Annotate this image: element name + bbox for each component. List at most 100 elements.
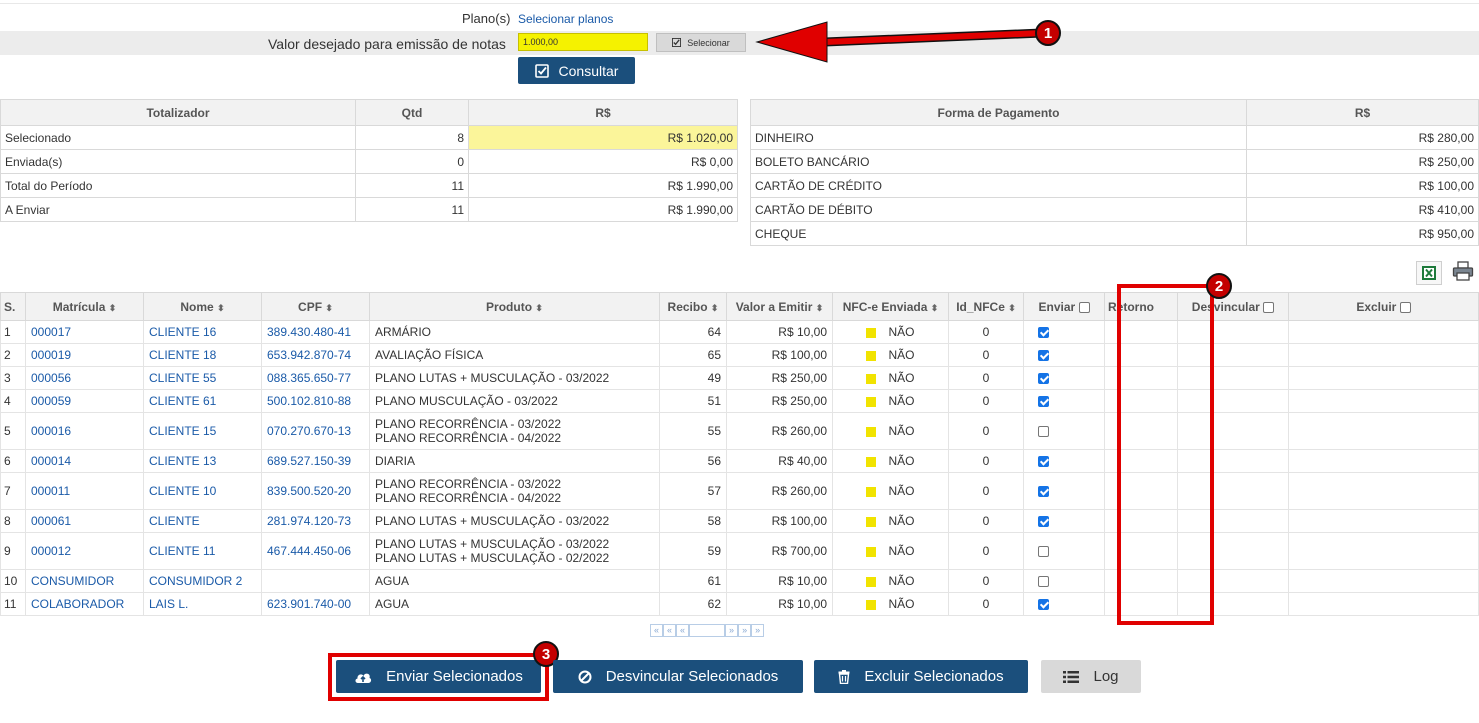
nome-link[interactable]: CLIENTE 61 <box>143 389 262 413</box>
valor-cell: R$ 40,00 <box>726 449 833 473</box>
totalizador-table: Totalizador Qtd R$ Selecionado 8 R$ 1.02… <box>0 99 738 222</box>
produto-line: PLANO RECORRÊNCIA - 03/2022 <box>375 417 562 431</box>
top-divider <box>0 3 1479 4</box>
pager-prev-icon[interactable]: « <box>676 624 690 637</box>
nome-link[interactable]: CLIENTE 11 <box>143 532 262 570</box>
enviar-checkbox[interactable] <box>1038 546 1049 558</box>
produto-line: PLANO LUTAS + MUSCULAÇÃO - 03/2022 <box>375 371 610 385</box>
matricula-link[interactable]: 000011 <box>25 472 144 510</box>
pager-last-icon[interactable]: » <box>751 624 765 637</box>
col-cpf[interactable]: CPF ⬍ <box>261 292 370 321</box>
nome-link[interactable]: CLIENTE 55 <box>143 366 262 390</box>
matricula-link[interactable]: 000019 <box>25 343 144 367</box>
nome-link[interactable]: CLIENTE 10 <box>143 472 262 510</box>
enviar-checkbox[interactable] <box>1038 486 1049 498</box>
cpf-link[interactable]: 500.102.810-88 <box>261 389 370 413</box>
table-row: 7 000011 CLIENTE 10 839.500.520-20 PLANO REC… <box>0 472 1479 510</box>
cpf-link[interactable]: 281.974.120-73 <box>261 509 370 533</box>
table-row: 11 COLABORADOR LAIS L. 623.901.740-00 AGUA 62… <box>0 592 1479 616</box>
totalizador-label: Selecionado <box>0 125 356 150</box>
cpf-link[interactable]: 070.270.670-13 <box>261 412 370 450</box>
col-nome[interactable]: Nome ⬍ <box>143 292 262 321</box>
matricula-link[interactable]: 000012 <box>25 532 144 570</box>
nfce-status-label: NÃO <box>888 514 915 528</box>
nome-link[interactable]: CLIENTE 15 <box>143 412 262 450</box>
enviar-checkbox[interactable] <box>1038 426 1049 438</box>
matricula-link[interactable]: 000056 <box>25 366 144 390</box>
recibo-cell: 62 <box>659 592 727 616</box>
cpf-link[interactable]: 689.527.150-39 <box>261 449 370 473</box>
col-excluir: Excluir <box>1288 292 1479 321</box>
annotation-box-3 <box>328 653 549 701</box>
forma-cell: BOLETO BANCÁRIO <box>750 149 1247 174</box>
matricula-link[interactable]: CONSUMIDOR <box>25 569 144 593</box>
sort-icon: ⬍ <box>710 302 719 313</box>
print-button[interactable] <box>1450 259 1476 283</box>
enviar-checkbox[interactable] <box>1038 396 1049 408</box>
select-button[interactable]: Selecionar <box>656 33 746 52</box>
nome-link[interactable]: CLIENTE 18 <box>143 343 262 367</box>
pager-next-icon[interactable]: » <box>725 624 739 637</box>
excluir-cell <box>1288 412 1479 450</box>
nome-link[interactable]: CLIENTE 16 <box>143 320 262 344</box>
cpf-link[interactable]: 623.901.740-00 <box>261 592 370 616</box>
pager-prev-fast-icon[interactable]: « <box>663 624 677 637</box>
col-valor[interactable]: Valor a Emitir ⬍ <box>726 292 833 321</box>
excluir-selecionados-button[interactable]: Excluir Selecionados <box>814 660 1028 693</box>
enviar-cell <box>1023 412 1105 450</box>
desvincular-selecionados-button[interactable]: Desvincular Selecionados <box>553 660 803 693</box>
col-id-nfce[interactable]: Id_NFCe ⬍ <box>948 292 1024 321</box>
matricula-link[interactable]: COLABORADOR <box>25 592 144 616</box>
col-produto[interactable]: Produto ⬍ <box>369 292 660 321</box>
col-recibo[interactable]: Recibo ⬍ <box>659 292 727 321</box>
produto-line: PLANO MUSCULAÇÃO - 03/2022 <box>375 394 558 408</box>
cpf-link[interactable]: 389.430.480-41 <box>261 320 370 344</box>
nfce-status: NÃO <box>832 412 949 450</box>
pager-first-icon[interactable]: « <box>650 624 664 637</box>
nome-link[interactable]: LAIS L. <box>143 592 262 616</box>
matricula-link[interactable]: 000017 <box>25 320 144 344</box>
matricula-link[interactable]: 000059 <box>25 389 144 413</box>
col-nfce[interactable]: NFC-e Enviada ⬍ <box>832 292 949 321</box>
consultar-button[interactable]: Consultar <box>518 57 635 84</box>
nome-link[interactable]: CONSUMIDOR 2 <box>143 569 262 593</box>
enviar-checkbox[interactable] <box>1038 456 1049 468</box>
forma-cell: CARTÃO DE CRÉDITO <box>750 173 1247 198</box>
produto-line: PLANO RECORRÊNCIA - 03/2022 <box>375 477 562 491</box>
produto-line: PLANO RECORRÊNCIA - 04/2022 <box>375 491 562 505</box>
enviar-checkbox[interactable] <box>1038 327 1049 339</box>
nome-link[interactable]: CLIENTE <box>143 509 262 533</box>
matricula-link[interactable]: 000014 <box>25 449 144 473</box>
enviar-cell <box>1023 320 1105 344</box>
excel-export-button[interactable] <box>1416 261 1442 285</box>
col-matricula[interactable]: Matrícula ⬍ <box>25 292 144 321</box>
matricula-link[interactable]: 000016 <box>25 412 144 450</box>
table-row: Total do Período 11 R$ 1.990,00 <box>0 173 738 198</box>
nfce-status-label: NÃO <box>888 574 915 588</box>
excluir-all-checkbox[interactable] <box>1399 301 1411 313</box>
nfce-status: NÃO <box>832 343 949 367</box>
enviar-checkbox[interactable] <box>1038 576 1049 588</box>
log-button[interactable]: Log <box>1041 660 1141 693</box>
matricula-link[interactable]: 000061 <box>25 509 144 533</box>
cpf-link[interactable] <box>261 569 370 593</box>
cpf-link[interactable]: 653.942.870-74 <box>261 343 370 367</box>
enviar-all-checkbox[interactable] <box>1078 301 1090 313</box>
row-index: 3 <box>0 366 26 390</box>
desvincular-all-checkbox[interactable] <box>1263 301 1275 313</box>
enviar-checkbox[interactable] <box>1038 373 1049 385</box>
valor-input[interactable] <box>518 33 648 51</box>
enviar-checkbox[interactable] <box>1038 599 1049 611</box>
cpf-link[interactable]: 467.444.450-06 <box>261 532 370 570</box>
cpf-link[interactable]: 088.365.650-77 <box>261 366 370 390</box>
pager-current[interactable] <box>689 624 726 637</box>
nome-link[interactable]: CLIENTE 13 <box>143 449 262 473</box>
cpf-link[interactable]: 839.500.520-20 <box>261 472 370 510</box>
produto-cell: DIARIA <box>369 449 660 473</box>
id-nfce-cell: 0 <box>948 569 1024 593</box>
enviar-checkbox[interactable] <box>1038 516 1049 528</box>
pager-next-fast-icon[interactable]: » <box>738 624 752 637</box>
enviar-checkbox[interactable] <box>1038 350 1049 362</box>
select-plans-link[interactable]: Selecionar planos <box>518 12 613 26</box>
produto-line: DIARIA <box>375 454 416 468</box>
